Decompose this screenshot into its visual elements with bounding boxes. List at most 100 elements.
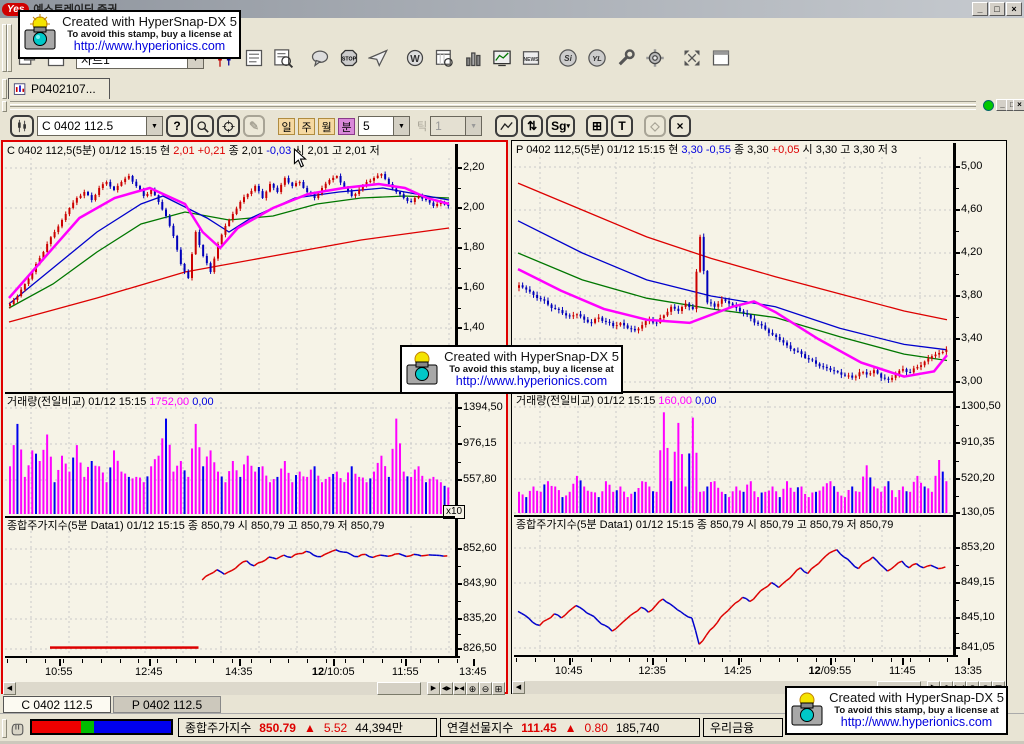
scroll-left-button[interactable]: ◀ bbox=[3, 682, 16, 695]
chevron-down-icon[interactable]: ▼ bbox=[146, 117, 162, 135]
tab-call-option[interactable]: C 0402 112.5 bbox=[3, 696, 111, 713]
zoom-in-button[interactable]: ⊕ bbox=[466, 682, 479, 695]
svg-text:STOP: STOP bbox=[341, 56, 356, 62]
diamond-button[interactable]: ◇ bbox=[644, 115, 666, 137]
pencil-button[interactable]: ✎ bbox=[243, 115, 265, 137]
price-axis-line bbox=[953, 143, 956, 655]
scrollbar-thumb[interactable] bbox=[377, 682, 421, 695]
scrollbar-track[interactable] bbox=[16, 682, 427, 695]
bar-chart-button[interactable] bbox=[459, 46, 486, 72]
chevron-down-icon[interactable]: ▼ bbox=[465, 117, 481, 135]
axis-tick-mark bbox=[458, 407, 462, 409]
axis-tick-mark bbox=[420, 659, 421, 663]
period-week-button[interactable]: 주 bbox=[298, 118, 315, 135]
search-button[interactable] bbox=[191, 115, 214, 137]
axis-tick-mark bbox=[138, 659, 139, 663]
yl-badge-button[interactable]: YL bbox=[583, 46, 610, 72]
chart-monitor-icon bbox=[492, 48, 512, 68]
doc-list-button[interactable] bbox=[240, 46, 267, 72]
updown-button[interactable]: ⇅ bbox=[521, 115, 543, 137]
line-chart-button[interactable] bbox=[495, 115, 518, 137]
watermark-line1: Created with HyperSnap-DX 5 bbox=[827, 691, 1006, 705]
index-status-box[interactable]: 종합주가지수 850.79 ▲ 5.52 44,394만 bbox=[178, 718, 437, 737]
tick-label: 틱 bbox=[417, 118, 427, 134]
child-close-button[interactable]: × bbox=[1013, 99, 1024, 111]
expand-button[interactable] bbox=[678, 46, 705, 72]
chart-scrollbar[interactable]: ◀▶◀▶▶◀⊕⊖⊞ bbox=[3, 682, 505, 695]
chart-type-button[interactable] bbox=[10, 115, 34, 137]
price-axis-line bbox=[455, 144, 458, 656]
chart-panel-right[interactable]: 5,004,604,203,803,403,001300,50910,35520… bbox=[511, 140, 1007, 694]
statusbar-grip[interactable] bbox=[2, 719, 7, 738]
close-chart-button[interactable]: × bbox=[669, 115, 691, 137]
chart-panel-left[interactable]: 2,202,001,801,601,401394,50976,15557,80x… bbox=[1, 140, 508, 694]
axis-tick-mark bbox=[741, 658, 742, 662]
axis-tick-mark bbox=[405, 659, 407, 666]
wrench-button[interactable] bbox=[612, 46, 639, 72]
stop-sign-button[interactable]: STOP bbox=[335, 46, 362, 72]
time-axis-label: 13:45 bbox=[459, 666, 487, 678]
paper-plane-button[interactable] bbox=[364, 46, 391, 72]
axis-tick-mark bbox=[760, 658, 761, 662]
axis-tick-mark bbox=[458, 648, 462, 650]
period-minute-button[interactable]: 분 bbox=[338, 118, 355, 135]
bar-chart-icon bbox=[463, 48, 483, 68]
crosshair-button[interactable] bbox=[217, 115, 240, 137]
chart-monitor-button[interactable] bbox=[488, 46, 515, 72]
doc-search-button[interactable] bbox=[269, 46, 296, 72]
axis-tick-mark bbox=[722, 658, 723, 662]
axis-tick-mark bbox=[854, 658, 855, 662]
minimize-button[interactable]: _ bbox=[972, 2, 988, 16]
watermark-link[interactable]: http://www.hyperionics.com bbox=[442, 375, 621, 389]
fit-button[interactable]: ⊞ bbox=[492, 682, 505, 695]
document-tab[interactable]: P0402107... bbox=[8, 78, 110, 99]
tab-put-option[interactable]: P 0402 112.5 bbox=[113, 696, 221, 713]
news-button[interactable]: NEWS bbox=[517, 46, 544, 72]
hand-icon[interactable] bbox=[9, 720, 26, 737]
crosshair-icon bbox=[222, 120, 235, 133]
tick-combo[interactable]: 1 ▼ bbox=[430, 116, 482, 136]
axis-tick-label: 520,20 bbox=[961, 473, 995, 484]
window-panel-button[interactable] bbox=[707, 46, 734, 72]
scroll-right-button[interactable]: ▶ bbox=[427, 682, 440, 695]
text-tool-button[interactable]: T bbox=[611, 115, 633, 137]
minute-combo[interactable]: 5 ▼ bbox=[358, 116, 410, 136]
signal-button[interactable]: Sg▾ bbox=[546, 115, 575, 137]
axis-tick-mark bbox=[956, 425, 959, 426]
restore-button[interactable]: □ bbox=[989, 2, 1005, 16]
zoom-out-button[interactable]: ⊖ bbox=[479, 682, 492, 695]
time-axis-label: 12:45 bbox=[135, 666, 163, 678]
help-button[interactable]: ? bbox=[166, 115, 188, 137]
symbol-combo[interactable]: C 0402 112.5 ▼ bbox=[37, 116, 163, 136]
stock-status-box[interactable]: 우리금융 bbox=[703, 718, 783, 737]
si-badge-button[interactable]: Si bbox=[554, 46, 581, 72]
period-month-button[interactable]: 월 bbox=[318, 118, 335, 135]
period-day-button[interactable]: 일 bbox=[278, 118, 295, 135]
app-window: Yes 예스트레이딩 증권 _ □ × 차트1 ▼ STOPWNEWSSiYL … bbox=[0, 0, 1024, 744]
tabrow-grip[interactable] bbox=[2, 79, 7, 99]
chevron-down-icon[interactable]: ▼ bbox=[393, 117, 409, 135]
expand-range-button[interactable]: ◀▶ bbox=[440, 682, 453, 695]
axis-tick-mark bbox=[458, 167, 462, 169]
globe-won-button[interactable]: W bbox=[401, 46, 428, 72]
collapse-range-button[interactable]: ▶◀ bbox=[453, 682, 466, 695]
gauge-down-segment bbox=[94, 721, 171, 733]
svg-text:YL: YL bbox=[592, 54, 602, 63]
watermark-link[interactable]: http://www.hyperionics.com bbox=[60, 40, 239, 54]
axis-tick-mark bbox=[956, 381, 960, 383]
speech-bubble-button[interactable] bbox=[306, 46, 333, 72]
scroll-left-button[interactable]: ◀ bbox=[512, 681, 525, 694]
watermark-link[interactable]: http://www.hyperionics.com bbox=[827, 716, 1006, 730]
axis-tick-mark bbox=[458, 188, 461, 189]
axis-tick-label: 1300,50 bbox=[961, 401, 1001, 412]
symbol-combo-value: C 0402 112.5 bbox=[38, 119, 146, 133]
grid-layout-button[interactable]: ⊞ bbox=[586, 115, 608, 137]
gear-button[interactable] bbox=[641, 46, 668, 72]
child-grip[interactable] bbox=[2, 101, 7, 112]
close-button[interactable]: × bbox=[1006, 2, 1022, 16]
calendar-search-button[interactable] bbox=[430, 46, 457, 72]
axis-tick-mark bbox=[458, 228, 461, 229]
futures-status-box[interactable]: 연결선물지수 111.45 ▲ 0.80 185,740 bbox=[440, 718, 700, 737]
price-header: C 0402 112,5(5분) 01/12 15:15 현 2,01 +0,2… bbox=[7, 145, 380, 157]
axis-tick-mark bbox=[956, 600, 959, 601]
